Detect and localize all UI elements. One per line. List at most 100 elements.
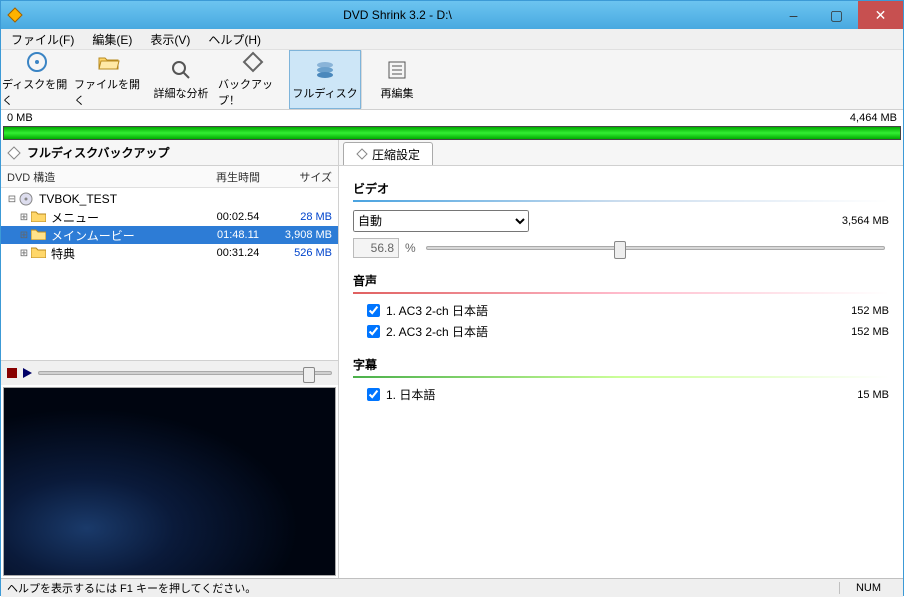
statusbar: ヘルプを表示するには F1 キーを押してください。 NUM <box>1 578 903 597</box>
subtitle-divider <box>353 376 889 378</box>
disc-small-icon <box>19 192 35 206</box>
open-file-button[interactable]: ファイルを開く <box>73 50 145 109</box>
compression-percent-input <box>353 238 399 258</box>
preview-pane <box>1 360 338 578</box>
tree-root-row[interactable]: ⊟ TVBOK_TEST <box>1 190 338 208</box>
open-file-label: ファイルを開く <box>74 76 144 108</box>
tree-row-time: 00:31.24 <box>202 247 274 259</box>
tree-row-size: 526 MB <box>274 247 338 259</box>
expand-icon[interactable]: ⊞ <box>17 212 31 223</box>
audio-track-checkbox[interactable] <box>367 304 380 317</box>
diamond-tab-icon <box>356 148 368 160</box>
size-left-label: 0 MB <box>7 112 33 124</box>
open-disc-button[interactable]: ディスクを開く <box>1 50 73 109</box>
expand-icon[interactable]: ⊞ <box>17 230 31 241</box>
diamond-small-icon <box>7 146 21 160</box>
tab-row: 圧縮設定 <box>339 140 903 166</box>
audio-track-size: 152 MB <box>851 305 889 317</box>
status-num: NUM <box>839 582 897 594</box>
menu-help[interactable]: ヘルプ(H) <box>202 29 267 50</box>
minimize-button[interactable]: – <box>772 1 815 29</box>
full-disc-label: フルディスク <box>292 85 357 101</box>
list-icon <box>385 58 409 82</box>
audio-divider <box>353 292 889 294</box>
left-pane: フルディスクバックアップ DVD 構造 再生時間 サイズ ⊟ TVBOK_TES… <box>1 140 339 578</box>
preview-image <box>3 387 336 576</box>
tree-col-structure[interactable]: DVD 構造 <box>1 165 202 189</box>
tree-col-size[interactable]: サイズ <box>274 165 338 189</box>
reedit-label: 再編集 <box>381 85 414 101</box>
tree-row-time: 01:48.11 <box>202 229 274 241</box>
backup-label: バックアップ！ <box>218 76 288 108</box>
close-button[interactable]: ✕ <box>858 1 903 29</box>
preview-slider[interactable] <box>38 371 332 375</box>
folder-icon <box>31 246 47 260</box>
tree-row-label: メインムービー <box>47 227 202 244</box>
status-help-text: ヘルプを表示するには F1 キーを押してください。 <box>7 580 256 596</box>
audio-track-label: 1. AC3 2-ch 日本語 <box>386 302 488 319</box>
audio-heading: 音声 <box>353 272 889 289</box>
right-pane: 圧縮設定 ビデオ 自動 3,564 MB % 音声 1. AC3 2-ch 日本… <box>339 140 903 578</box>
expand-icon[interactable]: ⊞ <box>17 248 31 259</box>
subtitle-track-checkbox[interactable] <box>367 388 380 401</box>
tree-row-size: 3,908 MB <box>274 229 338 241</box>
play-button[interactable] <box>23 368 32 378</box>
menu-view[interactable]: 表示(V) <box>144 29 196 50</box>
tree-row-size: 28 MB <box>274 211 338 223</box>
tree-col-time[interactable]: 再生時間 <box>202 165 274 189</box>
size-scale: 0 MB 4,464 MB <box>1 110 903 126</box>
audio-track-checkbox[interactable] <box>367 325 380 338</box>
stack-icon <box>313 58 337 82</box>
subtitle-track-row: 1. 日本語 15 MB <box>353 384 889 405</box>
magnifier-icon <box>169 58 193 82</box>
folder-icon <box>31 210 47 224</box>
menu-edit[interactable]: 編集(E) <box>86 29 138 50</box>
subtitle-track-label: 1. 日本語 <box>386 386 435 403</box>
full-disc-button[interactable]: フルディスク <box>289 50 361 109</box>
toolbar: ディスクを開く ファイルを開く 詳細な分析 バックアップ！ フルディスク 再編集 <box>1 50 903 110</box>
stop-button[interactable] <box>7 368 17 378</box>
tree-row-time: 00:02.54 <box>202 211 274 223</box>
menu-file[interactable]: ファイル(F) <box>5 29 80 50</box>
tree-row[interactable]: ⊞ 特典00:31.24526 MB <box>1 244 338 262</box>
app-icon <box>7 7 23 23</box>
maximize-button[interactable]: ▢ <box>815 1 858 29</box>
tree-root-label: TVBOK_TEST <box>35 192 202 206</box>
disc-icon <box>25 51 49 73</box>
preview-controls <box>1 361 338 385</box>
folder-icon <box>31 228 47 242</box>
audio-track-label: 2. AC3 2-ch 日本語 <box>386 323 488 340</box>
diamond-icon <box>241 51 265 73</box>
subtitle-heading: 字幕 <box>353 356 889 373</box>
window-title: DVD Shrink 3.2 - D:\ <box>23 8 772 22</box>
audio-track-row: 1. AC3 2-ch 日本語 152 MB <box>353 300 889 321</box>
size-right-label: 4,464 MB <box>850 112 897 124</box>
tree-header: DVD 構造 再生時間 サイズ <box>1 166 338 188</box>
tab-compression[interactable]: 圧縮設定 <box>343 142 433 165</box>
audio-track-row: 2. AC3 2-ch 日本語 152 MB <box>353 321 889 342</box>
video-size-label: 3,564 MB <box>842 215 889 227</box>
capacity-bar <box>3 126 901 140</box>
backup-button[interactable]: バックアップ！ <box>217 50 289 109</box>
reedit-button[interactable]: 再編集 <box>361 50 433 109</box>
tab-compression-label: 圧縮設定 <box>372 146 420 163</box>
tree-row-label: 特典 <box>47 245 202 262</box>
tree-row[interactable]: ⊞ メインムービー01:48.113,908 MB <box>1 226 338 244</box>
folder-open-icon <box>97 51 121 73</box>
analysis-button[interactable]: 詳細な分析 <box>145 50 217 109</box>
menubar: ファイル(F) 編集(E) 表示(V) ヘルプ(H) <box>1 29 903 50</box>
left-header-title: フルディスクバックアップ <box>27 144 170 161</box>
video-divider <box>353 200 889 202</box>
video-heading: ビデオ <box>353 180 889 197</box>
left-header: フルディスクバックアップ <box>1 140 338 166</box>
subtitle-track-size: 15 MB <box>857 389 889 401</box>
open-disc-label: ディスクを開く <box>2 76 72 108</box>
video-mode-select[interactable]: 自動 <box>353 210 529 232</box>
tree-row-label: メニュー <box>47 209 202 226</box>
audio-track-size: 152 MB <box>851 326 889 338</box>
titlebar: DVD Shrink 3.2 - D:\ – ▢ ✕ <box>1 1 903 29</box>
collapse-icon[interactable]: ⊟ <box>5 194 19 205</box>
tree-body[interactable]: ⊟ TVBOK_TEST ⊞ メニュー00:02.5428 MB ⊞ メインムービー0… <box>1 188 338 264</box>
compression-slider[interactable] <box>426 246 885 250</box>
tree-row[interactable]: ⊞ メニュー00:02.5428 MB <box>1 208 338 226</box>
